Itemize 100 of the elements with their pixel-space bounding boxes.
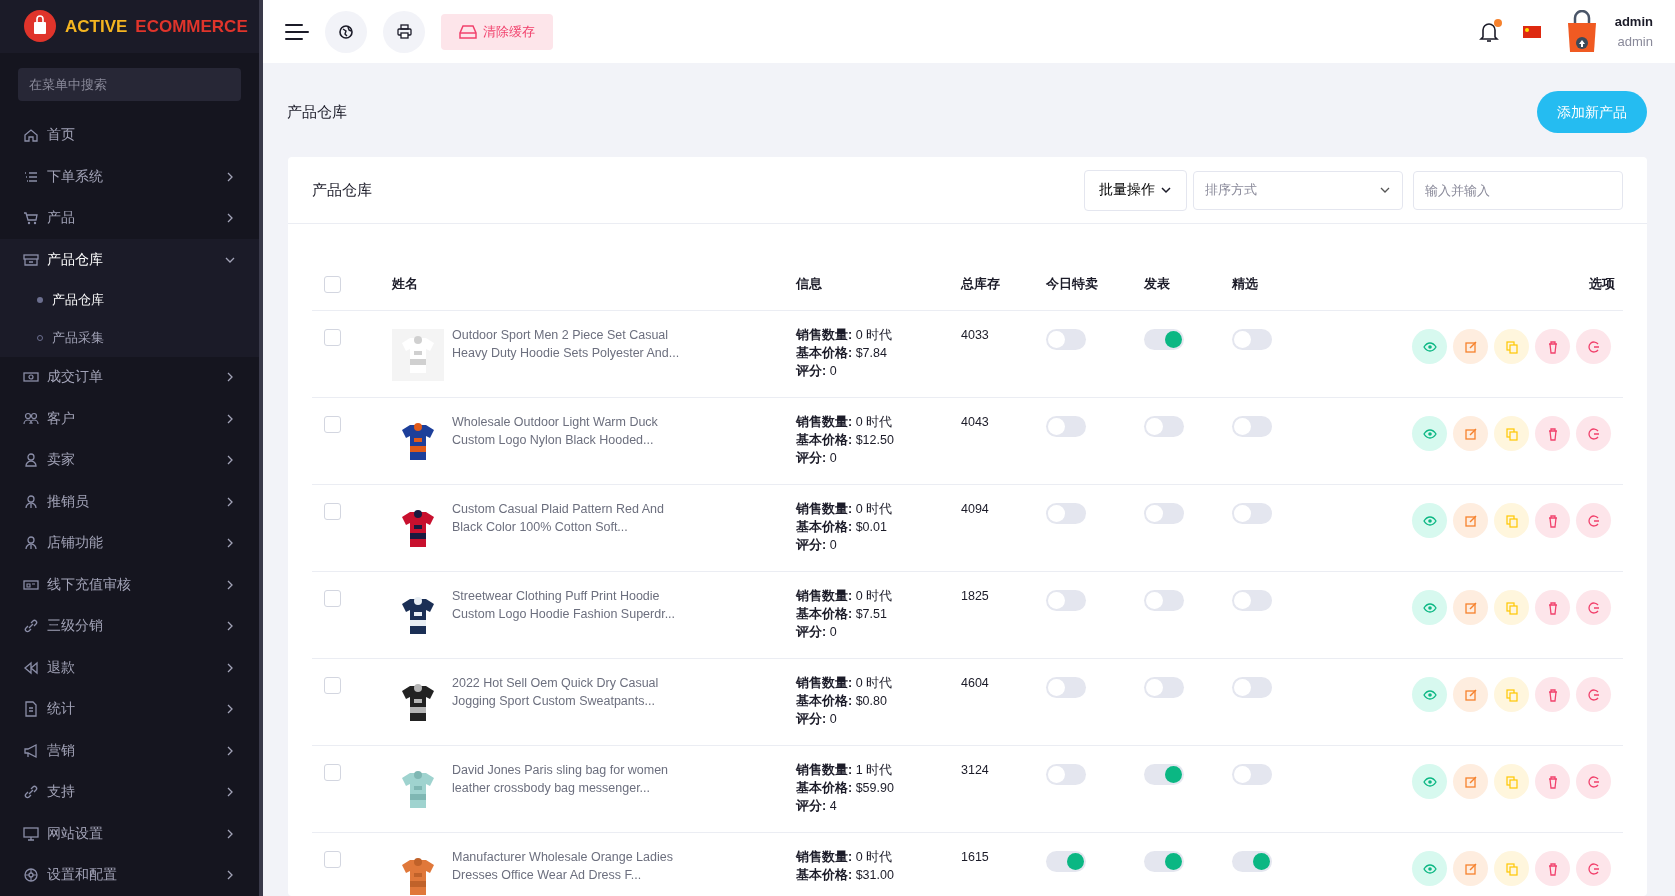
- shopping-bag-logo-icon: [23, 9, 57, 44]
- menu-search-field[interactable]: 在菜单中搜索: [18, 67, 241, 101]
- toggle-switch[interactable]: [1232, 503, 1272, 524]
- sort-select[interactable]: 排序方式: [1193, 170, 1403, 210]
- toggle-switch[interactable]: [1232, 764, 1272, 785]
- china-flag-icon[interactable]: [1522, 25, 1541, 38]
- toggle-switch[interactable]: [1046, 329, 1086, 350]
- row-checkbox[interactable]: [324, 764, 341, 781]
- select-all-checkbox[interactable]: [324, 276, 341, 293]
- toggle-switch[interactable]: [1232, 329, 1272, 350]
- toggle-switch[interactable]: [1046, 677, 1086, 698]
- duplicate-button[interactable]: [1576, 590, 1611, 625]
- toggle-switch[interactable]: [1046, 503, 1086, 524]
- copy-button[interactable]: [1494, 416, 1529, 451]
- toggle-switch[interactable]: [1046, 590, 1086, 611]
- product-name[interactable]: Wholesale Outdoor Light Warm Duck Custom Logo Nylon Black Hooded...: [452, 413, 682, 449]
- edit-button[interactable]: [1453, 329, 1488, 364]
- toggle-switch[interactable]: [1144, 329, 1184, 350]
- product-name[interactable]: David Jones Paris sling bag for women leather crossbody bag messenger...: [452, 761, 682, 797]
- globe-button[interactable]: [325, 10, 367, 53]
- duplicate-button[interactable]: [1576, 416, 1611, 451]
- sidebar-item[interactable]: 三级分销: [0, 605, 259, 647]
- menu-icon[interactable]: [285, 22, 309, 41]
- product-name[interactable]: Custom Casual Plaid Pattern Red And Black Color 100% Cotton Soft...: [452, 500, 682, 536]
- notification-bell-icon[interactable]: [1478, 20, 1499, 43]
- sidebar-item[interactable]: 下单系统: [0, 156, 259, 198]
- sidebar-item[interactable]: 首页: [0, 114, 259, 156]
- edit-button[interactable]: [1453, 764, 1488, 799]
- row-checkbox[interactable]: [324, 590, 341, 607]
- duplicate-button[interactable]: [1576, 677, 1611, 712]
- delete-button[interactable]: [1535, 677, 1570, 712]
- edit-icon: [1463, 513, 1478, 528]
- view-button[interactable]: [1412, 590, 1447, 625]
- row-checkbox[interactable]: [324, 503, 341, 520]
- row-checkbox[interactable]: [324, 677, 341, 694]
- product-name[interactable]: 2022 Hot Sell Oem Quick Dry Casual Jogging Sport Custom Sweatpants...: [452, 674, 682, 710]
- print-button[interactable]: [383, 10, 425, 53]
- delete-button[interactable]: [1535, 590, 1570, 625]
- product-name[interactable]: Streetwear Clothing Puff Print Hoodie Custom Logo Hoodie Fashion Superdr...: [452, 587, 682, 623]
- toggle-switch[interactable]: [1046, 851, 1086, 872]
- view-button[interactable]: [1412, 764, 1447, 799]
- copy-button[interactable]: [1494, 677, 1529, 712]
- toggle-switch[interactable]: [1232, 677, 1272, 698]
- edit-button[interactable]: [1453, 590, 1488, 625]
- toggle-switch[interactable]: [1144, 851, 1184, 872]
- sidebar-item[interactable]: 客户: [0, 398, 259, 440]
- delete-button[interactable]: [1535, 851, 1570, 886]
- sidebar-item[interactable]: 退款: [0, 647, 259, 689]
- toggle-switch[interactable]: [1046, 416, 1086, 437]
- toggle-switch[interactable]: [1232, 590, 1272, 611]
- duplicate-button[interactable]: [1576, 503, 1611, 538]
- view-button[interactable]: [1412, 503, 1447, 538]
- sidebar-item[interactable]: 产品: [0, 197, 259, 239]
- toggle-switch[interactable]: [1144, 764, 1184, 785]
- row-checkbox[interactable]: [324, 329, 341, 346]
- copy-button[interactable]: [1494, 503, 1529, 538]
- sidebar-item[interactable]: 营销: [0, 730, 259, 772]
- sidebar-item[interactable]: 推销员: [0, 481, 259, 523]
- sidebar-item[interactable]: 店铺功能: [0, 522, 259, 564]
- sidebar-item[interactable]: 线下充值审核: [0, 564, 259, 606]
- edit-button[interactable]: [1453, 416, 1488, 451]
- sidebar-item[interactable]: 网站设置: [0, 813, 259, 855]
- view-button[interactable]: [1412, 416, 1447, 451]
- edit-button[interactable]: [1453, 677, 1488, 712]
- bulk-action-dropdown[interactable]: 批量操作: [1084, 169, 1187, 211]
- toggle-switch[interactable]: [1232, 416, 1272, 437]
- delete-button[interactable]: [1535, 329, 1570, 364]
- copy-button[interactable]: [1494, 764, 1529, 799]
- copy-button[interactable]: [1494, 329, 1529, 364]
- search-field[interactable]: 输入并输入: [1413, 170, 1623, 210]
- sidebar-item[interactable]: 统计: [0, 688, 259, 730]
- toggle-switch[interactable]: [1232, 851, 1272, 872]
- sidebar-subitem[interactable]: 产品采集: [0, 318, 259, 357]
- toggle-switch[interactable]: [1144, 503, 1184, 524]
- toggle-switch[interactable]: [1144, 416, 1184, 437]
- edit-button[interactable]: [1453, 851, 1488, 886]
- delete-button[interactable]: [1535, 416, 1570, 451]
- product-name[interactable]: Outdoor Sport Men 2 Piece Set Casual Heavy Duty Hoodie Sets Polyester And...: [452, 326, 682, 362]
- delete-button[interactable]: [1535, 503, 1570, 538]
- product-name[interactable]: Manufacturer Wholesale Orange Ladies Dresses Office Wear Ad Dress F...: [452, 848, 682, 884]
- toggle-switch[interactable]: [1144, 677, 1184, 698]
- toggle-switch[interactable]: [1144, 590, 1184, 611]
- duplicate-button[interactable]: [1576, 329, 1611, 364]
- duplicate-button[interactable]: [1576, 764, 1611, 799]
- sidebar-item[interactable]: 卖家: [0, 439, 259, 481]
- sidebar-item[interactable]: 设置和配置: [0, 854, 259, 896]
- sidebar-item[interactable]: 支持: [0, 771, 259, 813]
- sidebar-item[interactable]: 成交订单: [0, 356, 259, 398]
- edit-button[interactable]: [1453, 503, 1488, 538]
- duplicate-button[interactable]: [1576, 851, 1611, 886]
- view-button[interactable]: [1412, 677, 1447, 712]
- sidebar-item[interactable]: 产品仓库: [0, 239, 259, 281]
- toggle-switch[interactable]: [1046, 764, 1086, 785]
- copy-button[interactable]: [1494, 851, 1529, 886]
- row-checkbox[interactable]: [324, 851, 341, 868]
- copy-button[interactable]: [1494, 590, 1529, 625]
- row-checkbox[interactable]: [324, 416, 341, 433]
- view-button[interactable]: [1412, 329, 1447, 364]
- view-button[interactable]: [1412, 851, 1447, 886]
- delete-button[interactable]: [1535, 764, 1570, 799]
